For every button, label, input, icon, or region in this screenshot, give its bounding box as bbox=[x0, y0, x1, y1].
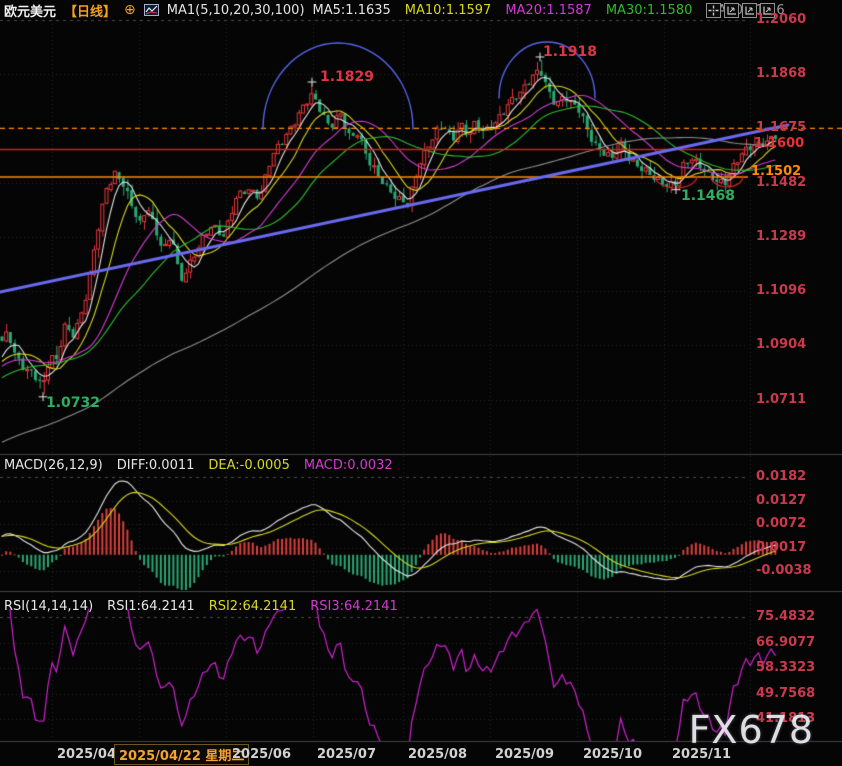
axis-label: 1.0904 bbox=[756, 337, 806, 352]
time-axis-label: 2025/07 bbox=[317, 747, 376, 762]
time-axis-label: 2025/09 bbox=[495, 747, 554, 762]
axis-label: 0.0182 bbox=[756, 469, 806, 484]
add-indicator-icon[interactable]: ⊕ bbox=[124, 3, 136, 17]
price-annotation: 1.0732 bbox=[46, 395, 100, 411]
axis-label: 1.1289 bbox=[756, 229, 806, 244]
chart-canvas[interactable] bbox=[0, 0, 842, 766]
axis-label: 58.3323 bbox=[756, 660, 815, 675]
selected-date-label: 2025/04/22 星期二 bbox=[114, 744, 249, 765]
time-axis-label: 2025/10 bbox=[583, 747, 642, 762]
axis-label: 1.1675 bbox=[756, 120, 806, 135]
axis-label: 1.1096 bbox=[756, 283, 806, 298]
support-price-tag: 1.1502 bbox=[751, 164, 801, 179]
price-annotation: 1.1829 bbox=[320, 69, 374, 85]
macd-panel-title: MACD(26,12,9) DIFF:0.0011 DEA:-0.0005 MACD:… bbox=[4, 458, 407, 473]
trading-chart-window: 欧元美元 【日线】 ⊕ MA1(5,10,20,30,100) MA5:1.16… bbox=[0, 0, 842, 766]
axis-scale-right-icon[interactable] bbox=[742, 3, 757, 18]
period-label: 【日线】 bbox=[64, 1, 116, 20]
rsi3-value: RSI3:64.2141 bbox=[310, 599, 398, 614]
rsi2-value: RSI2:64.2141 bbox=[209, 599, 297, 614]
axis-label: 49.7568 bbox=[756, 686, 815, 701]
pan-crosshair-icon[interactable] bbox=[706, 3, 721, 18]
axis-label: 0.0017 bbox=[756, 540, 806, 555]
axis-label: 0.0127 bbox=[756, 493, 806, 508]
chart-header: 欧元美元 【日线】 ⊕ MA1(5,10,20,30,100) MA5:1.16… bbox=[4, 1, 799, 19]
axis-scale-left-icon[interactable] bbox=[724, 3, 739, 18]
rsi1-value: RSI1:64.2141 bbox=[107, 599, 195, 614]
axis-label: 1.2060 bbox=[756, 12, 806, 27]
ma-value-label: MA5:1.1635 bbox=[313, 3, 391, 18]
time-axis-label: 2025/06 bbox=[232, 747, 291, 762]
axis-label: 1.0711 bbox=[756, 392, 806, 407]
ma-value-label: MA30:1.1580 bbox=[606, 3, 693, 18]
axis-label: -0.0038 bbox=[756, 563, 812, 578]
rsi-panel-title: RSI(14,14,14) RSI1:64.2141 RSI2:64.2141 RSI… bbox=[4, 599, 412, 614]
macd-dea-value: DEA:-0.0005 bbox=[208, 458, 289, 473]
time-axis-label: 2025/04 bbox=[57, 747, 116, 762]
ma-value-label: MA20:1.1587 bbox=[505, 3, 592, 18]
macd-diff-value: DIFF:0.0011 bbox=[117, 458, 195, 473]
macd-macd-value: MACD:0.0032 bbox=[304, 458, 393, 473]
axis-label: 66.9077 bbox=[756, 635, 815, 650]
resistance-price-tag: 1.1600 bbox=[754, 136, 804, 151]
watermark: FX678 bbox=[689, 708, 814, 752]
axis-label: 0.0072 bbox=[756, 516, 806, 531]
time-axis-label: 2025/08 bbox=[408, 747, 467, 762]
chart-type-icon[interactable] bbox=[144, 3, 159, 17]
ma-indicator-label: MA1(5,10,20,30,100) bbox=[167, 3, 305, 18]
price-annotation: 1.1918 bbox=[543, 44, 597, 60]
axis-label: 75.4832 bbox=[756, 609, 815, 624]
axis-label: 1.1868 bbox=[756, 66, 806, 81]
rsi-params-label: RSI(14,14,14) bbox=[4, 599, 93, 614]
price-annotation: 1.1468 bbox=[681, 188, 735, 204]
macd-params-label: MACD(26,12,9) bbox=[4, 458, 103, 473]
ma-value-label: MA10:1.1597 bbox=[405, 3, 492, 18]
symbol-name: 欧元美元 bbox=[4, 1, 56, 20]
